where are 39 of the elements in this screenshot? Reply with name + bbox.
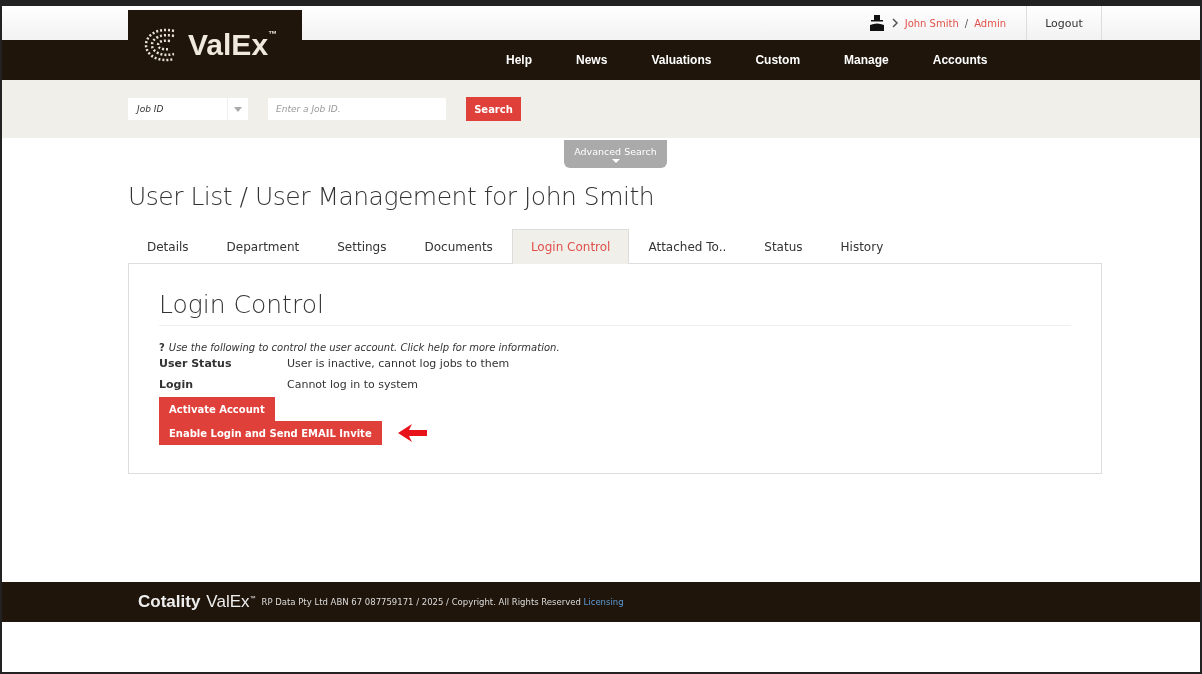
search-button[interactable]: Search [466, 97, 521, 121]
tab[interactable]: Documents [405, 229, 512, 264]
nav-link[interactable]: Valuations [651, 53, 712, 67]
panel-title: Login Control [159, 290, 1071, 326]
copyright-text: RP Data Pty Ltd ABN 67 087759171 / 2025 / Copyright. All Rights Reserved Licensing [261, 597, 624, 607]
help-mark: ? [159, 342, 165, 353]
separator-text: / [964, 17, 969, 29]
tab[interactable]: Settings [318, 229, 406, 264]
nav-link[interactable]: Custom [755, 53, 801, 67]
licensing-link[interactable]: Licensing [583, 597, 624, 607]
nav-link[interactable]: Help [506, 53, 532, 67]
chevron-icon [890, 18, 899, 28]
page-title: User List / User Management for John Smith [128, 182, 656, 211]
user-role-link[interactable]: Admin [974, 17, 1006, 29]
user-name-link[interactable]: John Smith [904, 17, 959, 29]
tab[interactable]: Status [745, 229, 822, 264]
job-type-select[interactable]: Job ID [128, 98, 248, 120]
nav-link[interactable]: Accounts [932, 53, 988, 67]
tab[interactable]: Department [207, 229, 319, 264]
tab[interactable]: Attached To.. [629, 229, 746, 264]
field-value: User is inactive, cannot log jobs to them [287, 357, 510, 372]
field-value: Cannot log in to system [287, 378, 418, 393]
action-button[interactable]: Activate Account [159, 397, 275, 421]
field-label: Login [159, 378, 195, 393]
tab[interactable]: History [821, 229, 903, 264]
logo-text: ValEx$^{™}$ [188, 28, 278, 62]
nav-link[interactable]: Manage [844, 53, 889, 67]
dropdown-caret-icon [234, 106, 242, 112]
caret-icon [611, 158, 620, 163]
user-icon [868, 15, 885, 31]
tab[interactable]: Details [128, 229, 208, 264]
help-text: Use the following to control the user account. Click help for more information. [168, 342, 560, 353]
pointer-arrow-icon [397, 424, 428, 442]
field-label: User Status [159, 357, 233, 372]
footer-brand: Cotality [138, 592, 201, 612]
footer-product: ValEx$^{™}$ [206, 592, 256, 612]
job-id-field[interactable]: Enter a Job ID. [268, 98, 446, 120]
action-button[interactable]: Enable Login and Send EMAIL Invite [159, 421, 382, 445]
nav-link[interactable]: News [576, 53, 608, 67]
